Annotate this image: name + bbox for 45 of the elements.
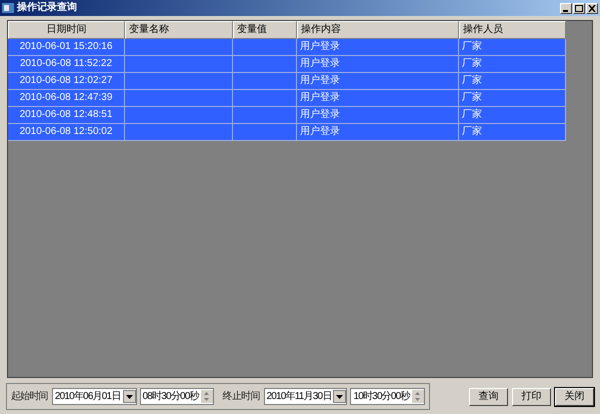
table-row[interactable]: 2010-06-08 12:47:39 用户登录 厂家	[8, 90, 566, 107]
close-icon[interactable]	[586, 2, 598, 14]
spin-arrows-icon[interactable]	[200, 390, 213, 403]
table-cell: 用户登录	[300, 42, 340, 52]
table-row[interactable]: 2010-06-08 12:02:27 用户登录 厂家	[8, 73, 566, 90]
table-cell: 用户登录	[300, 127, 340, 137]
table-cell: 厂家	[462, 93, 482, 103]
window-title: 操作记录查询	[17, 3, 77, 13]
table-row[interactable]: 2010-06-08 12:50:02 用户登录 厂家	[8, 124, 566, 141]
column-header[interactable]: 变量名称	[125, 21, 233, 39]
table-cell: 2010-06-08 11:52:22	[20, 59, 112, 69]
table-cell: 2010-06-08 12:47:39	[20, 93, 112, 103]
table-cell: 厂家	[462, 127, 482, 137]
table-cell: 厂家	[462, 110, 482, 120]
column-header[interactable]: 变量值	[233, 21, 297, 39]
table-cell: 厂家	[462, 59, 482, 69]
column-header[interactable]: 日期时间	[8, 21, 125, 39]
app-icon	[2, 2, 14, 14]
date-dropdown[interactable]: 2010年06月01日	[52, 388, 137, 405]
table-row[interactable]: 2010-06-08 11:52:22 用户登录 厂家	[8, 56, 566, 73]
print-button[interactable]: 打印	[512, 388, 551, 406]
table-cell: 厂家	[462, 42, 482, 52]
table-cell: 用户登录	[300, 110, 340, 120]
query-button[interactable]: 查询	[469, 388, 508, 406]
table-row[interactable]: 2010-06-08 12:48:51 用户登录 厂家	[8, 107, 566, 124]
table-cell: 用户登录	[300, 76, 340, 86]
table-cell: 用户登录	[300, 59, 340, 69]
start-time-label: 起始时间	[11, 390, 48, 404]
table-cell: 2010-06-08 12:02:27	[20, 76, 112, 86]
table-cell: 用户登录	[300, 93, 340, 103]
minimize-icon[interactable]	[560, 2, 572, 14]
table-cell: 2010-06-01 15:20:16	[20, 42, 112, 52]
table-cell: 2010-06-08 12:48:51	[20, 110, 112, 120]
table-row[interactable]: 2010-06-01 15:20:16 用户登录 厂家	[8, 39, 566, 56]
table-cell: 厂家	[462, 76, 482, 86]
time-spinner[interactable]: 08时30分00秒	[140, 388, 214, 405]
maximize-icon[interactable]	[573, 2, 585, 14]
column-header[interactable]: 操作内容	[297, 21, 459, 39]
time-spinner[interactable]: 10时30分00秒	[350, 388, 425, 405]
date-dropdown[interactable]: 2010年11月30日	[264, 388, 348, 405]
close-button[interactable]: 关闭	[555, 388, 594, 406]
end-time-label: 终止时间	[222, 390, 260, 404]
spin-arrows-icon[interactable]	[412, 390, 424, 403]
table-cell: 2010-06-08 12:50:02	[20, 127, 112, 137]
column-header[interactable]: 操作人员	[459, 21, 566, 39]
